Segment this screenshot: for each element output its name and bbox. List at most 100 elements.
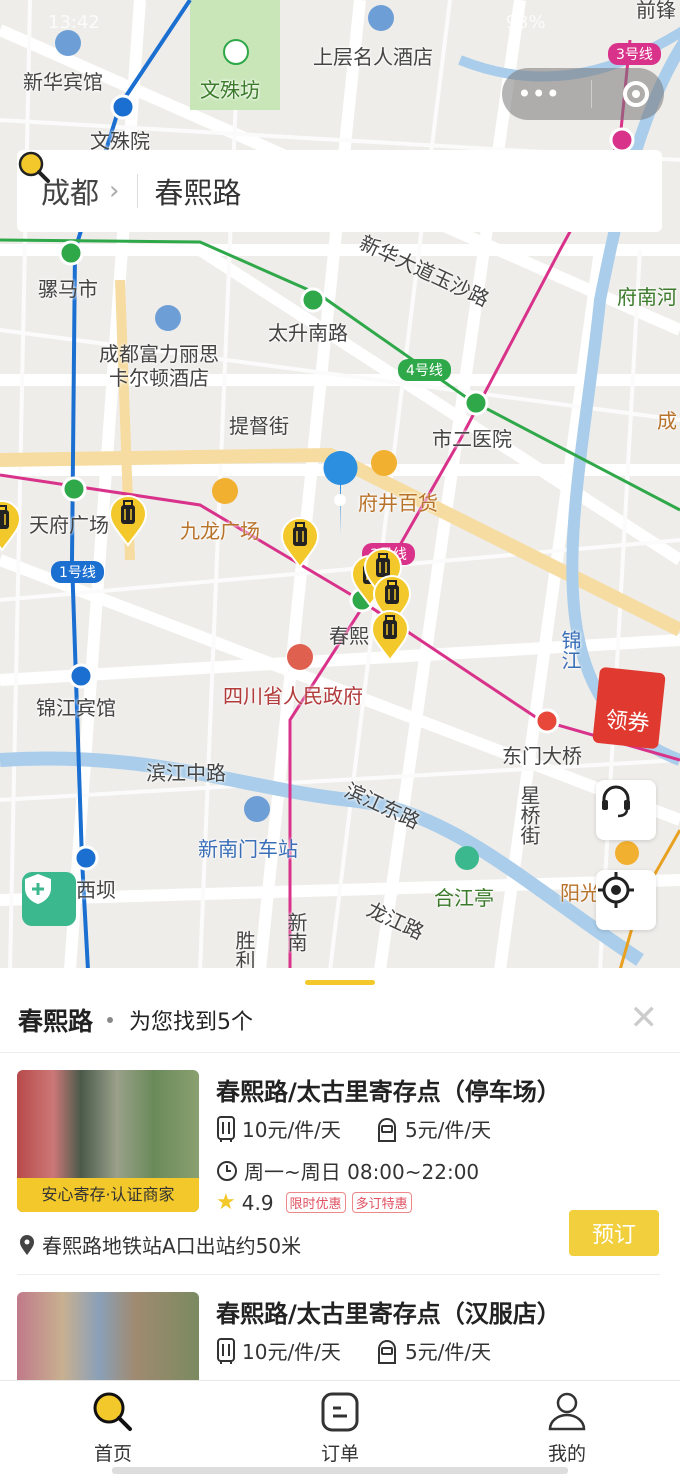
- luggage-price: 10元/件/天: [242, 1340, 341, 1364]
- map-label: 市二医院: [432, 427, 512, 451]
- coupon-button[interactable]: 领券: [592, 666, 666, 750]
- mini-program-capsule: •••: [502, 68, 664, 120]
- metro-line-badge: 4号线: [398, 359, 451, 381]
- map-label: 东门大桥: [502, 744, 582, 768]
- map-label: 滨江中路: [146, 761, 226, 785]
- storage-point-marker[interactable]: [108, 495, 148, 547]
- divider: [137, 174, 139, 208]
- promo-tag: 多订特惠: [351, 1192, 412, 1213]
- results-header: 春熙路 为您找到5个: [18, 1002, 253, 1038]
- map-label: 府南河: [617, 285, 677, 309]
- backpack-icon: [377, 1339, 396, 1364]
- map-label: 新南: [284, 912, 308, 952]
- divider: [0, 1052, 680, 1053]
- store-address: 春熙路地铁站A口出站约50米: [42, 1234, 302, 1258]
- dot-separator: [107, 1017, 114, 1023]
- map-label: 上层名人酒店: [313, 45, 433, 69]
- map-label: 西坝: [76, 878, 116, 902]
- storage-point-marker[interactable]: [370, 610, 410, 662]
- locate-button[interactable]: [596, 870, 656, 930]
- bag-price: 5元/件/天: [404, 1340, 492, 1364]
- rating-row: ★ 4.9 限时优惠 多订特惠: [216, 1190, 412, 1215]
- map-label: 新南门车站: [198, 837, 298, 861]
- chevron-right-icon: ›: [109, 176, 120, 206]
- headset-icon: [602, 785, 630, 818]
- status-time: 13:42: [48, 12, 100, 33]
- opening-hours: 周一~周日 08:00~22:00: [244, 1160, 480, 1184]
- safety-shield-button[interactable]: [22, 872, 76, 926]
- search-icon: [93, 1392, 132, 1431]
- location-pin-icon: [20, 1234, 34, 1255]
- map-label: 胜利: [232, 930, 256, 970]
- customer-service-button[interactable]: [596, 780, 656, 840]
- book-button[interactable]: 预订: [569, 1210, 659, 1256]
- tab-profile[interactable]: 我的: [507, 1391, 627, 1466]
- order-icon: [321, 1392, 359, 1432]
- luggage-price: 10元/件/天: [242, 1118, 341, 1142]
- address-row: 春熙路地铁站A口出站约50米: [18, 1230, 301, 1259]
- hours-row: 周一~周日 08:00~22:00: [216, 1156, 479, 1185]
- search-icon: [18, 151, 50, 183]
- suitcase-icon: [217, 1115, 235, 1142]
- rating: 4.9: [241, 1190, 274, 1215]
- map-label: 太升南路: [268, 321, 348, 345]
- user-icon: [548, 1392, 586, 1431]
- tab-bar: 首页 订单 我的: [0, 1380, 680, 1474]
- status-bar: 13:42 93%: [48, 12, 546, 33]
- map-label: 春熙: [329, 624, 369, 648]
- search-input[interactable]: 春熙路: [154, 170, 241, 212]
- star-icon: ★: [216, 1190, 236, 1215]
- shield-plus-icon: [25, 874, 51, 904]
- storage-point-marker[interactable]: [0, 500, 22, 552]
- clock-icon: [217, 1160, 237, 1181]
- close-icon[interactable]: ✕: [630, 998, 659, 1038]
- map-label: 成: [657, 409, 677, 433]
- bag-price: 5元/件/天: [404, 1118, 492, 1142]
- locate-icon: [598, 872, 634, 908]
- promo-tag: 限时优惠: [285, 1192, 346, 1213]
- results-sheet: 春熙路 为您找到5个 ✕ 安心寄存·认证商家 春熙路/太古里寄存点（停车场） 1…: [0, 968, 680, 1434]
- map-label: 锦江: [558, 630, 582, 670]
- map-label: 天府广场: [29, 513, 109, 537]
- map-label: 阳光: [560, 881, 600, 905]
- backpack-icon: [377, 1117, 396, 1142]
- divider: [17, 1274, 660, 1275]
- map-label: 锦江宾馆: [36, 696, 116, 720]
- map-label: 前锋: [636, 0, 676, 22]
- metro-line-badge: 3号线: [608, 43, 661, 65]
- storage-point-marker[interactable]: [280, 517, 320, 569]
- store-name: 春熙路/太古里寄存点（停车场）: [216, 1078, 561, 1106]
- map-label: 提督街: [229, 414, 289, 438]
- drag-handle[interactable]: [305, 980, 375, 985]
- store-name: 春熙路/太古里寄存点（汉服店）: [216, 1300, 561, 1328]
- map-label: 九龙广场: [180, 519, 260, 543]
- search-bar[interactable]: 成都 › 春熙路: [17, 150, 662, 232]
- map-label: 府井百货: [358, 491, 438, 515]
- tab-label: 订单: [320, 1443, 359, 1465]
- tab-label: 我的: [547, 1443, 586, 1465]
- tab-label: 首页: [93, 1443, 132, 1465]
- store-photo: 安心寄存·认证商家: [17, 1070, 199, 1212]
- map-label: 成都富力丽思 卡尔顿酒店: [99, 342, 219, 390]
- map-label: 新华宾馆: [23, 70, 103, 94]
- results-title: 春熙路: [18, 1007, 94, 1036]
- status-battery: 93%: [505, 12, 546, 33]
- price-row: 10元/件/天 5元/件/天: [216, 1114, 491, 1143]
- metro-line-badge: 1号线: [51, 561, 104, 583]
- results-count: 为您找到5个: [129, 1010, 254, 1035]
- target-circle-icon[interactable]: [622, 81, 649, 107]
- coupon-label: 领券: [604, 707, 651, 738]
- more-dots-icon[interactable]: •••: [517, 80, 559, 108]
- tab-orders[interactable]: 订单: [280, 1391, 400, 1466]
- map-label: 星桥街: [517, 785, 541, 845]
- map-label: 四川省人民政府: [223, 684, 363, 708]
- map[interactable]: 13:42 93% 新华宾馆 文殊坊 上层名人酒店 文殊院 骡马市 太升南路 成…: [0, 0, 680, 970]
- tab-home[interactable]: 首页: [53, 1391, 173, 1466]
- map-label: 合江亭: [434, 886, 494, 910]
- home-indicator[interactable]: [112, 1467, 568, 1474]
- price-row: 10元/件/天 5元/件/天: [216, 1336, 491, 1365]
- suitcase-icon: [217, 1337, 235, 1364]
- map-label: 骡马市: [38, 277, 98, 301]
- map-label: 文殊坊: [200, 78, 260, 102]
- certified-badge: 安心寄存·认证商家: [17, 1178, 199, 1212]
